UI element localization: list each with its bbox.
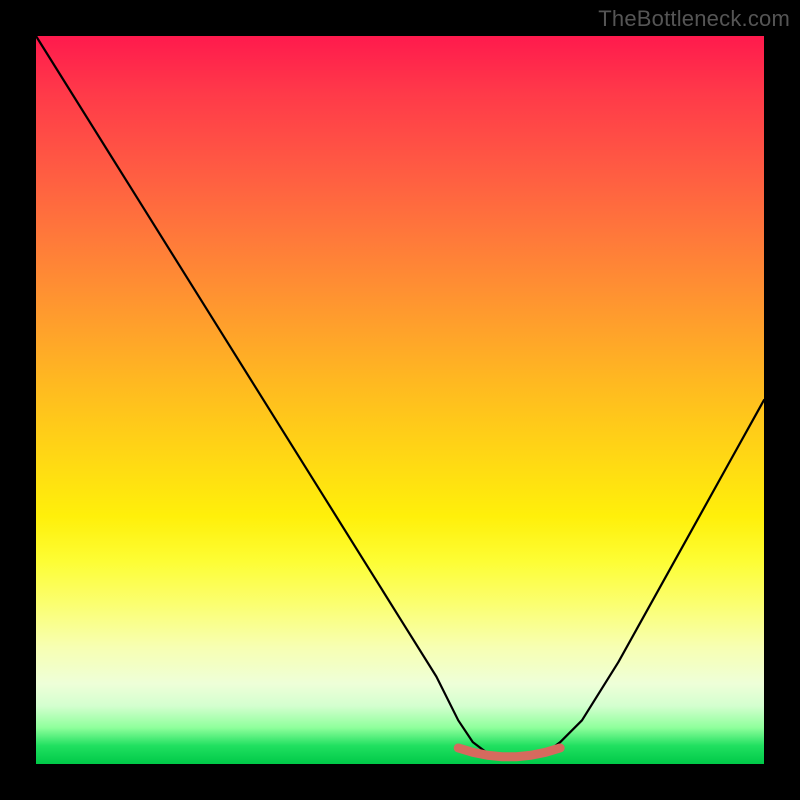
watermark-text: TheBottleneck.com: [598, 6, 790, 32]
plot-area: [36, 36, 764, 764]
chart-frame: TheBottleneck.com: [0, 0, 800, 800]
bottleneck-curve: [36, 36, 764, 757]
chart-svg: [36, 36, 764, 764]
optimal-range-marker: [458, 748, 560, 757]
